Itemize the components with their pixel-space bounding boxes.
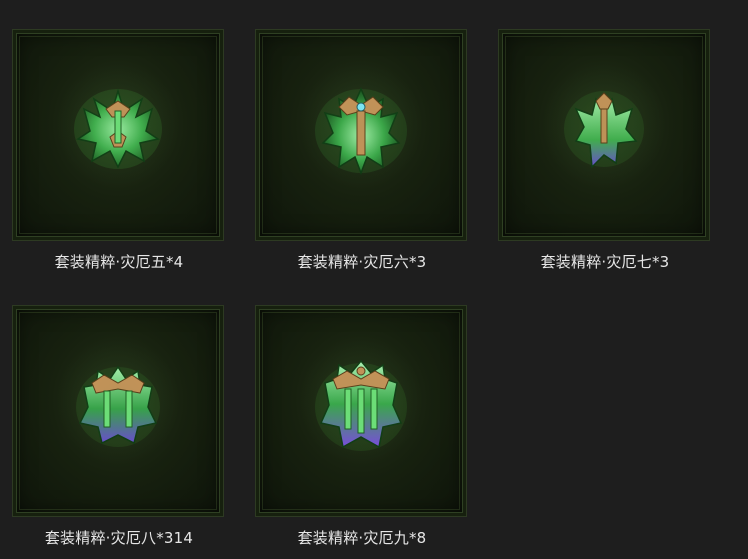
item-frame[interactable] [498,29,710,241]
item-frame[interactable] [12,29,224,241]
item-card[interactable]: 套装精粹·灾厄六*3 [255,29,469,272]
item-frame[interactable] [12,305,224,517]
set-essence-calamity-6-icon [315,86,407,175]
item-card[interactable]: 套装精粹·灾厄九*8 [255,305,469,548]
item-card[interactable]: 套装精粹·灾厄八*314 [12,305,226,548]
item-label: 套装精粹·灾厄七*3 [540,253,670,271]
set-essence-calamity-5-icon [74,88,162,169]
item-label: 套装精粹·灾厄九*8 [297,529,427,547]
item-frame[interactable] [255,29,467,241]
set-essence-calamity-7-icon [564,90,644,169]
set-essence-calamity-9-icon [315,359,407,451]
item-label: 套装精粹·灾厄六*3 [297,253,427,271]
item-card[interactable]: 套装精粹·灾厄五*4 [12,29,226,272]
item-frame[interactable] [255,305,467,517]
item-card[interactable]: 套装精粹·灾厄七*3 [498,29,712,272]
item-label: 套装精粹·灾厄五*4 [54,253,184,271]
set-essence-calamity-8-icon [76,365,160,447]
item-grid: 套装精粹·灾厄五*4 套装精粹·灾厄六*3 套装精粹·灾厄七*3 套装精粹·灾厄… [0,0,748,559]
item-label: 套装精粹·灾厄八*314 [44,529,194,547]
